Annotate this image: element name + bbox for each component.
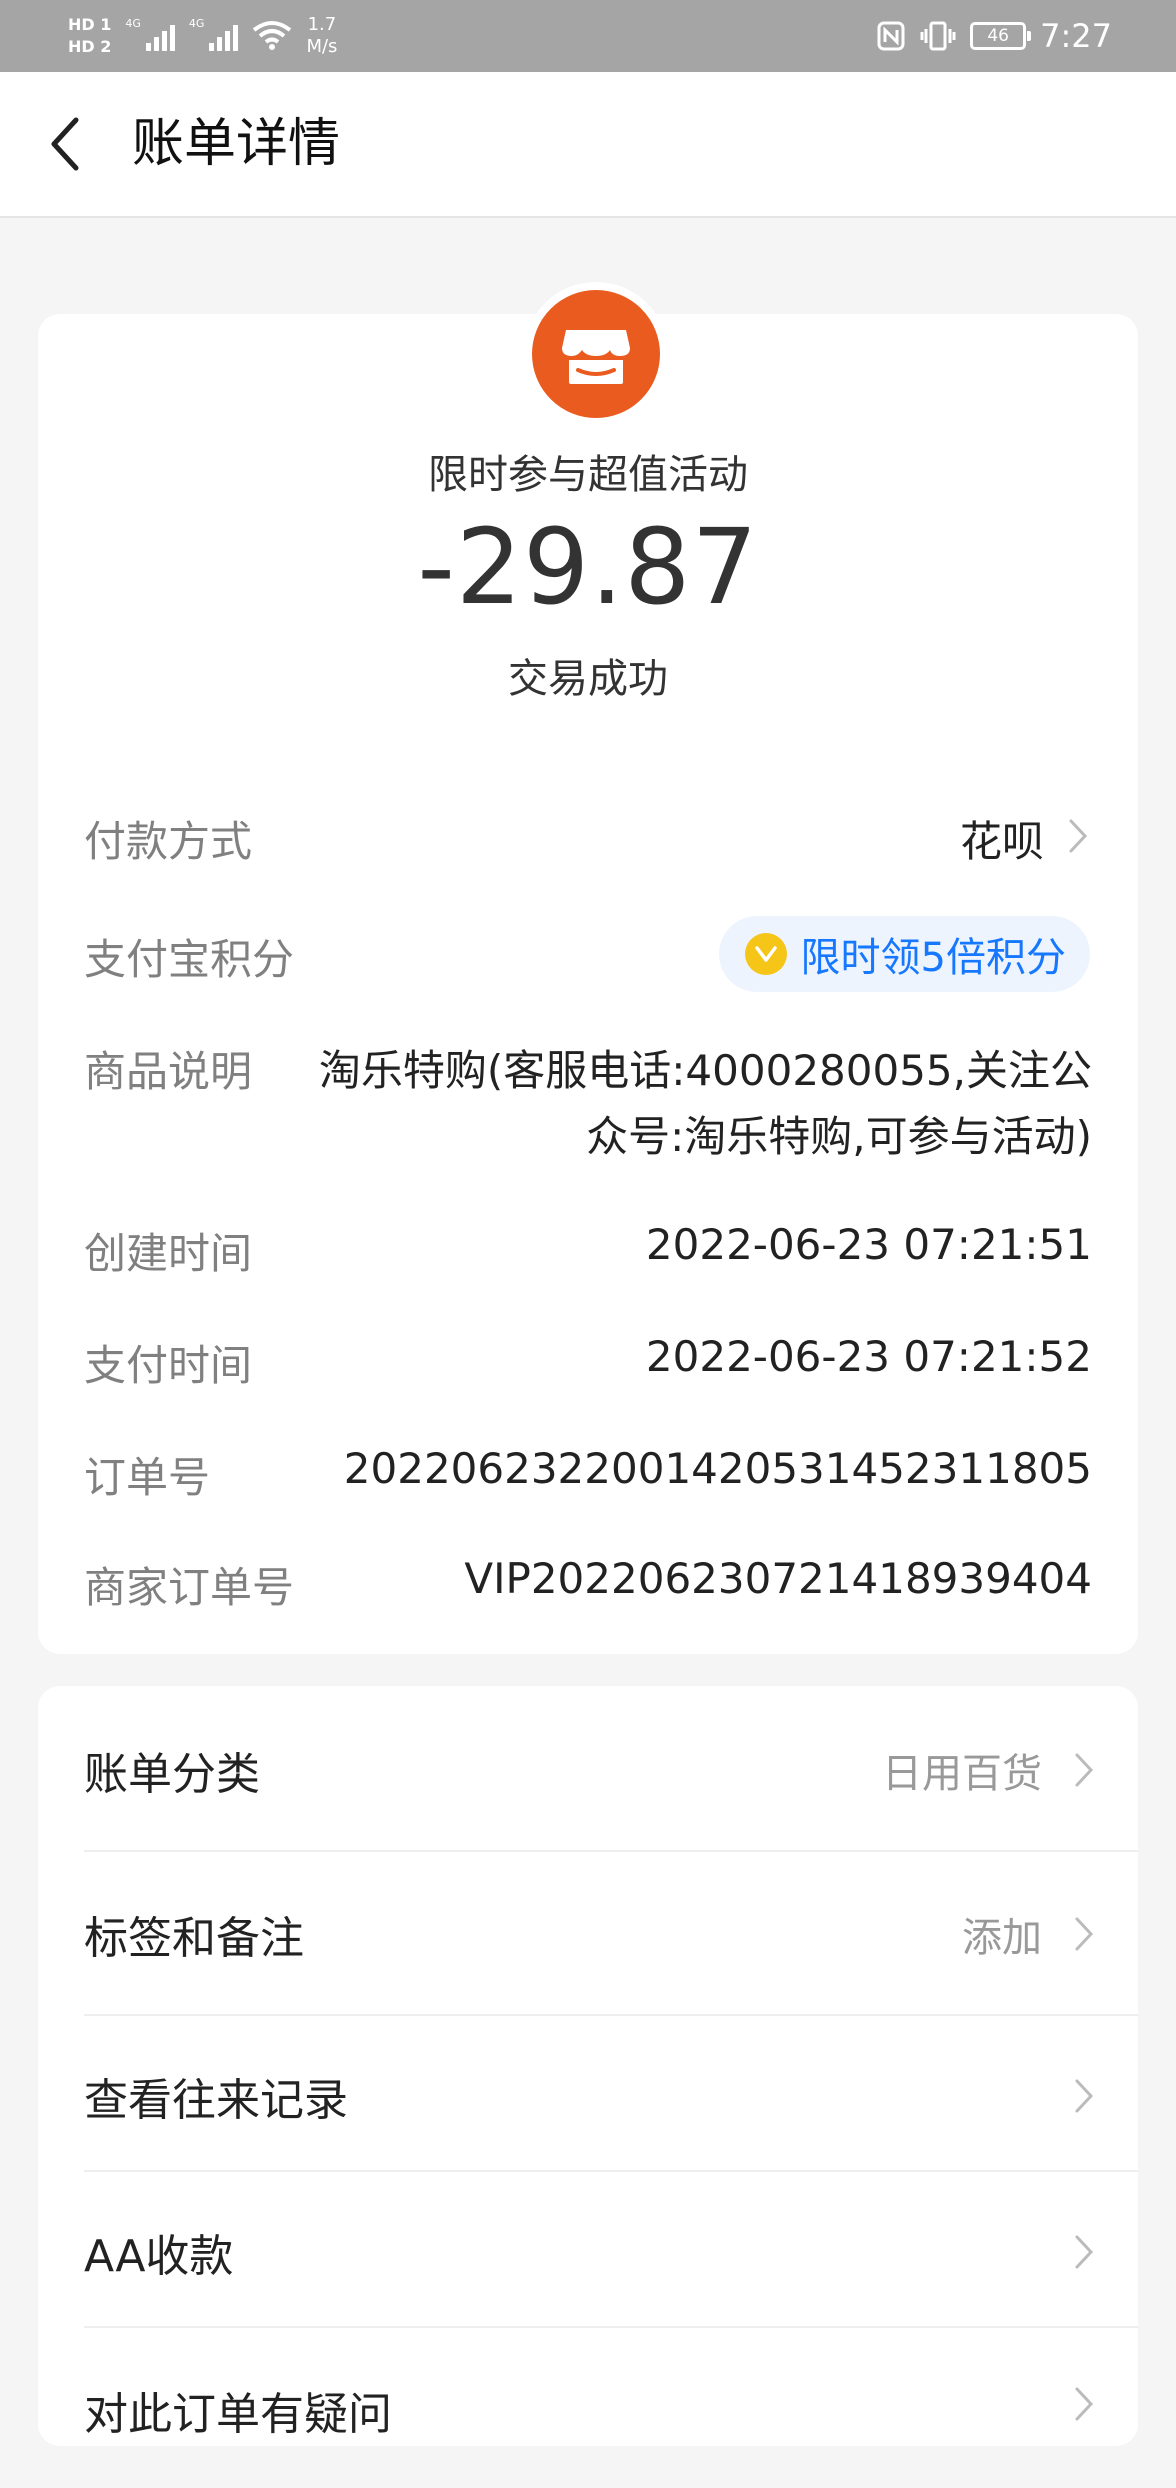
app-header: 账单详情 bbox=[0, 72, 1176, 218]
coin-icon bbox=[744, 933, 787, 975]
wifi-icon bbox=[253, 21, 292, 50]
chevron-right-icon bbox=[1070, 1912, 1098, 1956]
merchant-logo bbox=[524, 282, 668, 426]
nfc-icon bbox=[877, 21, 905, 51]
points-label: 支付宝积分 bbox=[84, 935, 295, 984]
list-item-order-question[interactable]: 对此订单有疑问 bbox=[38, 2328, 1138, 2488]
transaction-amount: -29.87 bbox=[417, 506, 759, 628]
chevron-right-icon bbox=[1069, 819, 1088, 853]
divider bbox=[84, 1850, 1138, 1852]
merchant-order-value[interactable]: VIP20220623072141893940​4 bbox=[464, 1554, 1092, 1603]
vibrate-icon bbox=[920, 21, 956, 51]
list-item-value: 日用百货 bbox=[882, 1751, 1042, 1797]
list-item-bill-category[interactable]: 账单分类 日用百货 bbox=[38, 1690, 1138, 1850]
clock: 7:27 bbox=[1040, 17, 1112, 55]
chevron-right-icon bbox=[1070, 2074, 1098, 2118]
merchant-name: 限时参与超值活动 bbox=[428, 452, 748, 498]
back-button[interactable] bbox=[34, 110, 94, 178]
list-item-value: 添加 bbox=[962, 1915, 1042, 1961]
chevron-right-icon bbox=[1070, 2382, 1098, 2426]
order-number-value[interactable]: 2022062322001420531452311805 bbox=[344, 1444, 1092, 1493]
battery-level: 46 bbox=[987, 26, 1009, 46]
list-item-label: 账单分类 bbox=[84, 1749, 260, 1800]
network-speed: 1.7 M/s bbox=[306, 14, 337, 58]
points-promo-text: 限时领5倍积分 bbox=[800, 935, 1066, 981]
network-type-1: 4G bbox=[125, 17, 141, 30]
description-label: 商品说明 bbox=[84, 1047, 253, 1096]
points-promo-button[interactable]: 限时领5倍积分 bbox=[718, 916, 1090, 992]
created-time-value: 2022-06-23 07:21:51 bbox=[645, 1220, 1092, 1269]
list-item-label: 标签和备注 bbox=[84, 1913, 304, 1964]
paid-time-label: 支付时间 bbox=[84, 1341, 253, 1390]
hd1-label: HD 1 bbox=[68, 15, 112, 34]
chevron-right-icon bbox=[1070, 1748, 1098, 1792]
payment-method-chevron[interactable] bbox=[1064, 814, 1092, 858]
hd2-label: HD 2 bbox=[68, 37, 112, 56]
order-number-label: 订单号 bbox=[84, 1453, 211, 1502]
status-bar: HD 1 HD 2 4G 4G 1.7 M/s 46 7:27 bbox=[0, 0, 1176, 72]
chevron-left-icon bbox=[51, 117, 79, 171]
list-item-aa-collect[interactable]: AA收款 bbox=[38, 2172, 1138, 2332]
list-item-label: 查看往来记录 bbox=[84, 2075, 348, 2126]
payment-method-label: 付款方式 bbox=[84, 817, 253, 866]
status-left: HD 1 HD 2 4G 4G 1.7 M/s bbox=[68, 6, 337, 66]
description-value: 淘乐特购(客服电话:4000280055,关注公众号:淘乐特购,可参与活动) bbox=[318, 1046, 1092, 1161]
chevron-right-icon bbox=[1070, 2230, 1098, 2274]
battery-icon: 46 bbox=[970, 22, 1032, 50]
signal-1-icon: 4G bbox=[125, 17, 175, 51]
network-type-2: 4G bbox=[188, 17, 205, 30]
list-item-transaction-history[interactable]: 查看往来记录 bbox=[38, 2016, 1138, 2176]
store-icon bbox=[562, 330, 630, 384]
payment-method-value[interactable]: 花呗 bbox=[960, 808, 1044, 869]
list-item-label: AA收款 bbox=[84, 2231, 234, 2282]
speed-value: 1.7 bbox=[307, 14, 337, 35]
created-time-label: 创建时间 bbox=[84, 1229, 253, 1278]
status-right: 46 7:27 bbox=[876, 14, 1112, 58]
transaction-status: 交易成功 bbox=[508, 656, 668, 702]
hd-indicator: HD 1 HD 2 bbox=[68, 14, 111, 58]
page-title: 账单详情 bbox=[132, 114, 341, 174]
paid-time-value: 2022-06-23 07:21:52 bbox=[645, 1332, 1092, 1381]
speed-unit: M/s bbox=[306, 36, 338, 57]
list-item-label: 对此订单有疑问 bbox=[84, 2389, 392, 2440]
signal-2-icon: 4G bbox=[189, 17, 239, 51]
list-item-tags-notes[interactable]: 标签和备注 添加 bbox=[38, 1854, 1138, 2014]
merchant-order-label: 商家订单号 bbox=[84, 1563, 295, 1612]
